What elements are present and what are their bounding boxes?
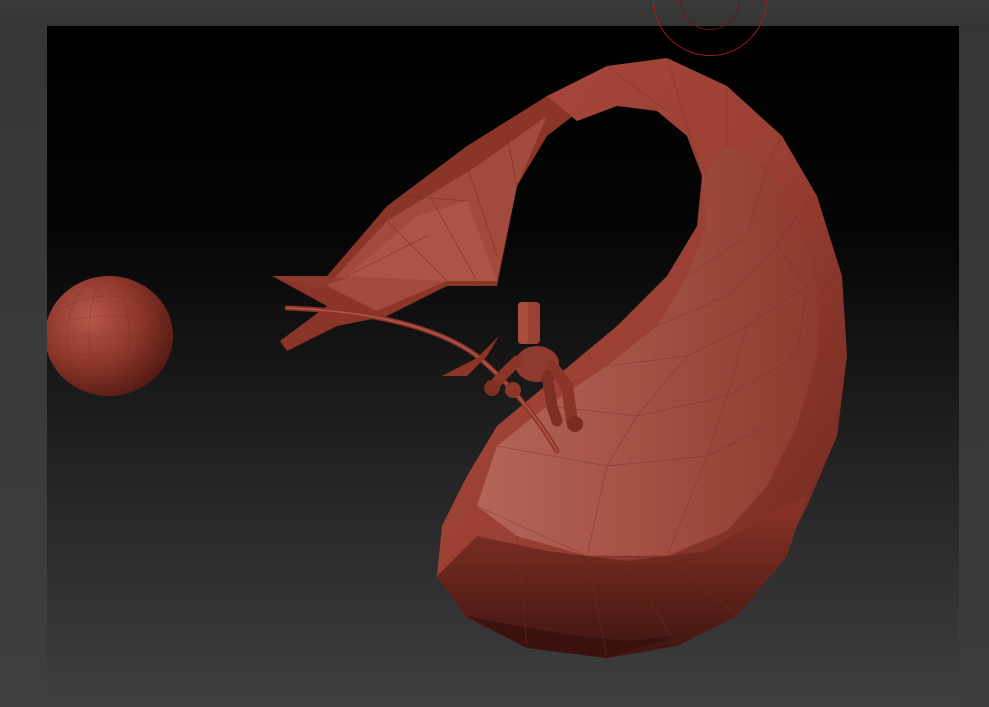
right-shelf bbox=[959, 26, 989, 707]
top-toolbar-strip bbox=[0, 0, 989, 26]
document-canvas[interactable] bbox=[47, 26, 959, 707]
left-shelf bbox=[0, 26, 47, 707]
zbrush-app bbox=[0, 0, 989, 707]
sphere-mesh[interactable] bbox=[47, 275, 174, 397]
viewport-3d[interactable] bbox=[47, 26, 959, 707]
